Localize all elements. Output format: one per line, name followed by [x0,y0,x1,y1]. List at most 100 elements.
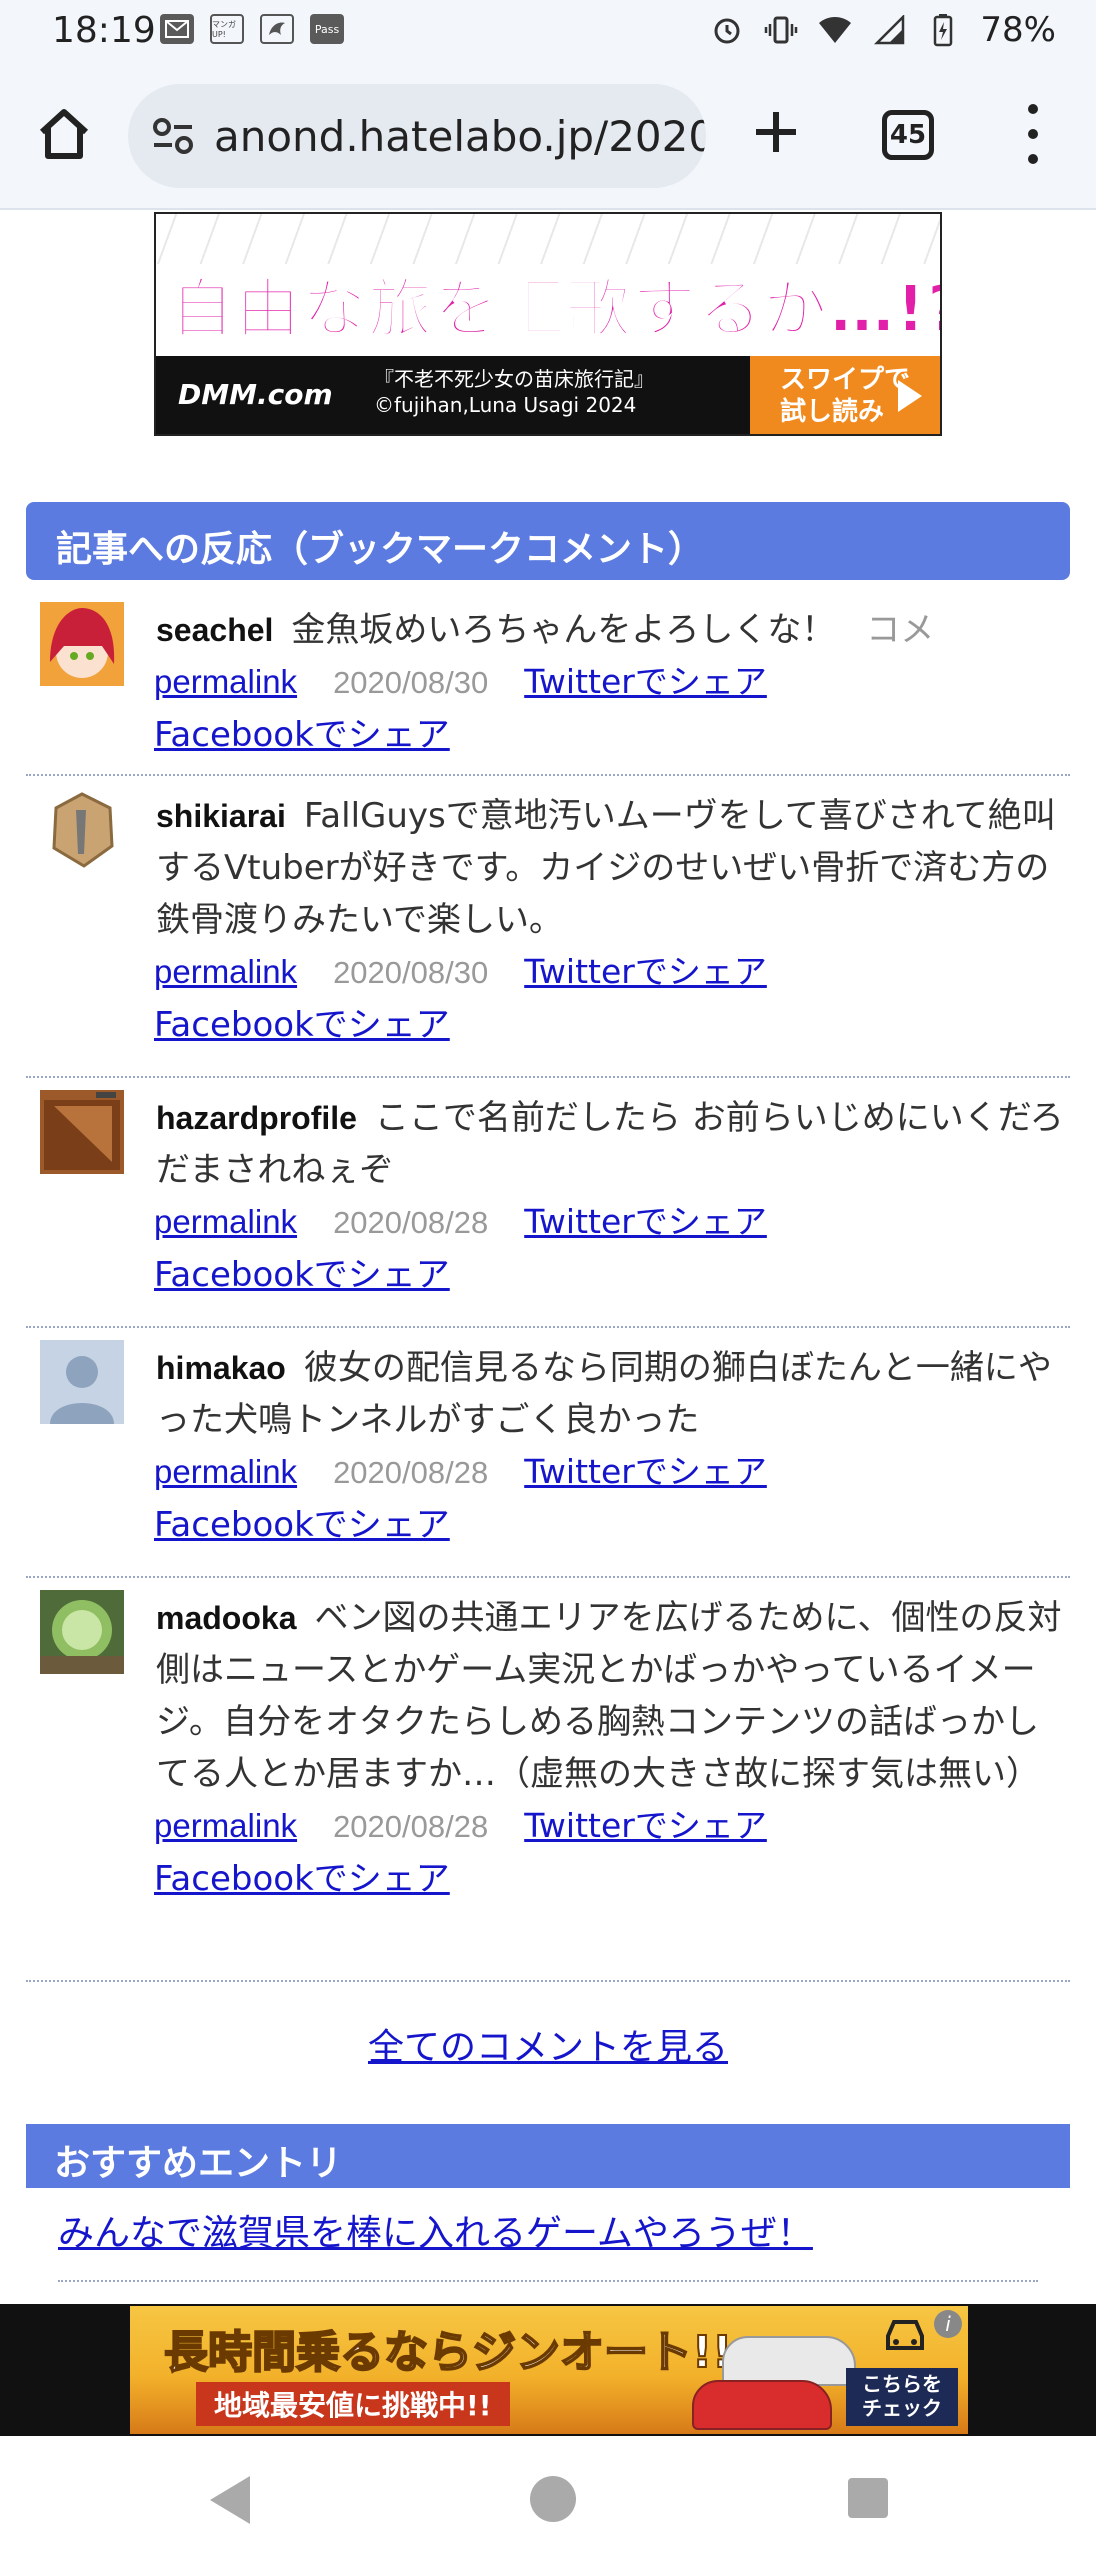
home-icon[interactable] [34,104,94,164]
permalink-link[interactable]: permalink [154,953,297,990]
car-icon [882,2314,928,2354]
car-image [722,2336,856,2386]
comment-user[interactable]: madooka [156,1600,296,1636]
permalink-link[interactable]: permalink [154,663,297,700]
twitter-share-link[interactable]: Twitterでシェア [524,1452,767,1491]
system-nav-bar [0,2436,1096,2560]
comment-body: hazardprofile ここで名前だしたら お前らいじめにいくだろだまされねぇ… [156,1078,1070,1196]
address-bar[interactable]: anond.hatelabo.jp/20200 [128,84,706,188]
comment-item: shikiarai FallGuysで意地汚いムーヴをして喜びされて絶叫するVtu… [26,776,1070,1078]
comment-item: madooka ベン図の共通エリアを広げるために、個性の反対側はニュースとかゲーム… [26,1578,1070,1982]
recommended-entry-link[interactable]: みんなで滋賀県を棒に入れるゲームやろうぜ！ [58,2204,813,2256]
twitter-share-link[interactable]: Twitterでシェア [524,1806,767,1845]
new-tab-plus-icon[interactable] [748,104,804,160]
ad-info-icon[interactable]: i [934,2310,962,2338]
comment-item: himakao 彼女の配信見るなら同期の獅白ぼたんと一緒にやった犬鳴トンネルがすご… [26,1328,1070,1578]
top-banner-ad[interactable]: 自由な旅を謳歌するが…!? DMM.com 『不老不死少女の苗床旅行記』 ©fu… [154,212,942,436]
facebook-share-link[interactable]: Facebookでシェア [154,1005,450,1045]
tab-switcher-button[interactable]: 45 [882,110,934,160]
bookmark-comments-header: 記事への反応（ブックマークコメント） [26,502,1070,580]
dolphin-icon [260,14,294,44]
overflow-menu-icon[interactable] [1018,104,1048,164]
vibrate-icon [764,13,798,47]
dmm-logo: DMM.com [178,378,333,411]
ad-artwork [156,214,940,264]
facebook-share-link[interactable]: Facebookでシェア [154,1859,450,1899]
all-comments-link[interactable]: 全てのコメントを見る [368,2027,728,2068]
browser-toolbar: anond.hatelabo.jp/20200 45 [0,64,1096,210]
home-circle-icon[interactable] [530,2476,576,2522]
comment-item: seachel 金魚坂めいろちゃんをよろしくな！ コメ permalink 2020… [26,590,1070,776]
mail-icon [160,14,194,44]
permalink-link[interactable]: permalink [154,1203,297,1240]
alarm-icon [710,13,744,47]
recommended-entries-header: おすすめエントリ [26,2124,1070,2188]
ad-swipe-cta[interactable]: スワイプで 試し読み [750,356,940,434]
twitter-share-link[interactable]: Twitterでシェア [524,662,767,701]
comment-date: 2020/08/30 [333,955,489,990]
bookmark-comment-list: seachel 金魚坂めいろちゃんをよろしくな！ コメ permalink 2020… [26,590,1070,1982]
comment-body: madooka ベン図の共通エリアを広げるために、個性の反対側はニュースとかゲーム… [156,1578,1070,1800]
wifi-icon [818,13,852,47]
comment-meta: permalink 2020/08/28 Twitterでシェア Facebookで… [154,1446,1070,1563]
avatar[interactable] [40,602,124,686]
bottom-ad-headline: 長時間乗るならジンオート!! [163,2326,733,2379]
bottom-ad-subline: 地域最安値に挑戦中!! [196,2382,510,2426]
twitter-share-link[interactable]: Twitterでシェア [524,952,767,991]
avatar[interactable] [40,1590,124,1674]
status-notification-icons: マンガUP! Pass [160,14,344,44]
bottom-banner-ad[interactable]: 長時間乗るならジンオート!! 地域最安値に挑戦中!! i こちらを チェック [130,2306,968,2434]
recents-square-icon[interactable] [848,2478,888,2518]
comment-date: 2020/08/30 [333,665,489,700]
play-arrow-icon [898,380,922,412]
twitter-share-link[interactable]: Twitterでシェア [524,1202,767,1241]
back-icon[interactable] [210,2476,250,2524]
comment-meta: permalink 2020/08/28 Twitterでシェア Facebookで… [154,1196,1070,1313]
comment-trailing: コメ [866,610,935,650]
comment-user[interactable]: seachel [156,612,273,648]
comment-date: 2020/08/28 [333,1455,489,1490]
battery-charging-icon [926,13,960,47]
avatar[interactable] [40,1090,124,1174]
comment-item: hazardprofile ここで名前だしたら お前らいじめにいくだろだまされねぇ… [26,1078,1070,1328]
manga-up-icon: マンガUP! [210,14,244,44]
facebook-share-link[interactable]: Facebookでシェア [154,1505,450,1545]
bottom-ad-cta-line1: こちらを [862,2372,942,2396]
permalink-link[interactable]: permalink [154,1807,297,1844]
car-image [692,2380,832,2430]
avatar[interactable] [40,1340,124,1424]
comment-meta: permalink 2020/08/28 Twitterでシェア Facebookで… [154,1800,1070,1917]
bottom-ad-cta[interactable]: こちらを チェック [846,2368,958,2426]
pass-icon: Pass [310,14,344,44]
ad-headline: 自由な旅を謳歌するが…!? [169,272,942,348]
comment-text: 彼女の配信見るなら同期の獅白ぼたんと一緒にやった犬鳴トンネルがすごく良かった [156,1348,1052,1440]
comment-user[interactable]: shikiarai [156,798,286,834]
all-comments-row: 全てのコメントを見る [0,2018,1096,2070]
signal-icon [872,13,906,47]
site-settings-icon[interactable] [148,111,198,161]
comment-user[interactable]: himakao [156,1350,286,1386]
comment-date: 2020/08/28 [333,1809,489,1844]
ad-footer: DMM.com 『不老不死少女の苗床旅行記』 ©fujihan,Luna Usa… [156,356,940,434]
ad-credit-title: 『不老不死少女の苗床旅行記』 [374,367,654,391]
comment-date: 2020/08/28 [333,1205,489,1240]
status-system-icons: 78% [710,10,1056,50]
divider [58,2280,1038,2282]
comment-user[interactable]: hazardprofile [156,1100,357,1136]
comment-body: himakao 彼女の配信見るなら同期の獅白ぼたんと一緒にやった犬鳴トンネルがすご… [156,1328,1070,1446]
status-time: 18:19 [52,10,156,51]
comment-body: seachel 金魚坂めいろちゃんをよろしくな！ コメ [156,590,1070,656]
avatar[interactable] [40,788,124,872]
comment-body: shikiarai FallGuysで意地汚いムーヴをして喜びされて絶叫するVtu… [156,776,1070,946]
facebook-share-link[interactable]: Facebookでシェア [154,715,450,755]
bottom-ad-cta-line2: チェック [862,2396,942,2420]
comment-text: FallGuysで意地汚いムーヴをして喜びされて絶叫するVtuberが好きです。… [156,796,1056,940]
ad-credit: 『不老不死少女の苗床旅行記』 ©fujihan,Luna Usagi 2024 [374,366,654,418]
comment-meta: permalink 2020/08/30 Twitterでシェア Facebookで… [154,946,1070,1063]
comment-text: 金魚坂めいろちゃんをよろしくな！ [291,610,836,650]
facebook-share-link[interactable]: Facebookでシェア [154,1255,450,1295]
battery-percent: 78% [980,10,1056,50]
url-text[interactable]: anond.hatelabo.jp/20200 [214,112,706,161]
permalink-link[interactable]: permalink [154,1453,297,1490]
ad-credit-copyright: ©fujihan,Luna Usagi 2024 [374,393,637,417]
